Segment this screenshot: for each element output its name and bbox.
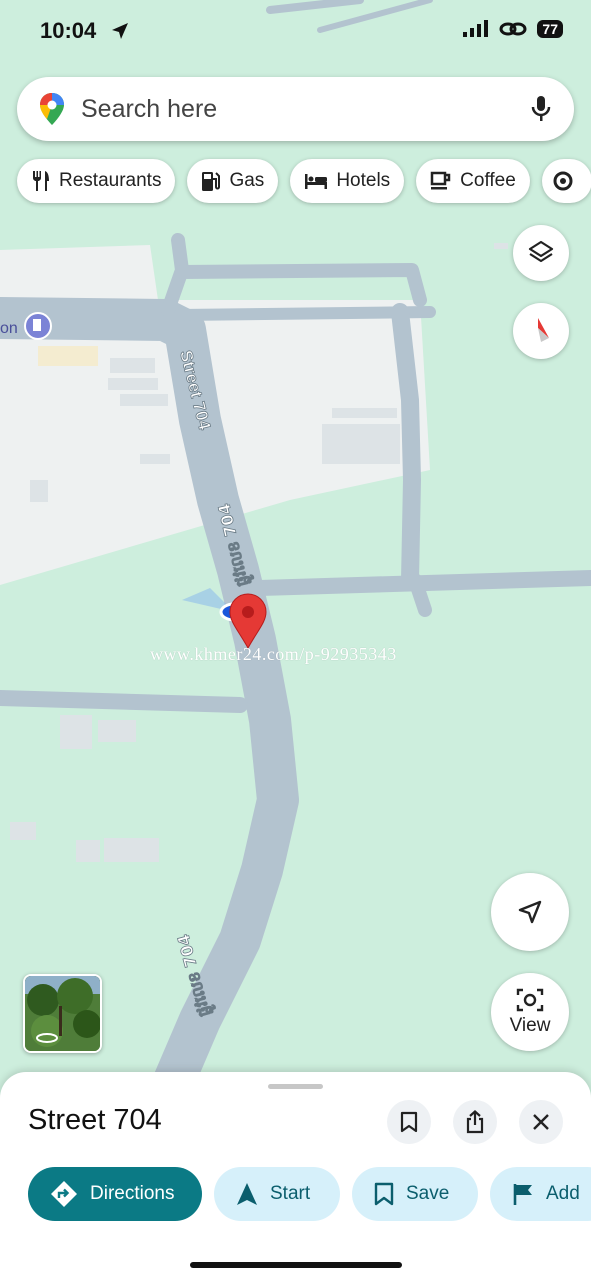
place-title: Street 704 [28,1104,162,1136]
signal-icon [463,20,489,37]
flag-icon [513,1184,532,1205]
action-label: Save [406,1183,450,1204]
watermark-text: www.khmer24.com/p-92935343 [150,644,397,664]
save-button[interactable]: Save [352,1167,478,1221]
bookmark-icon [374,1182,394,1206]
navigation-arrow-icon [237,1183,257,1205]
action-label: Directions [90,1183,175,1204]
search-input[interactable]: Search here [81,95,530,124]
bookmark-button[interactable] [387,1100,431,1144]
navigation-arrow-icon [518,900,542,924]
close-button[interactable] [519,1100,563,1144]
my-location-button[interactable] [491,873,569,951]
search-bar[interactable]: Search here [17,77,574,141]
action-buttons: Directions Start Save Add [28,1167,591,1221]
poi-label-fragment: on [0,320,18,337]
place-sheet: Street 704 Directions Start Save Add [0,1072,591,1280]
battery-level: 77 [537,20,563,38]
action-label: Add [546,1183,580,1204]
more-category-icon [553,171,573,191]
directions-button[interactable]: Directions [28,1167,202,1221]
bed-icon [305,174,328,189]
parking-area [38,346,98,366]
add-label-button[interactable]: Add [490,1167,591,1221]
chip-label: Hotels [336,170,391,191]
chip-label: Restaurants [59,170,162,191]
sheet-grabber[interactable] [268,1084,323,1089]
chip-label: Coffee [460,170,516,191]
street-view-thumbnail[interactable] [23,974,102,1053]
status-time: 10:04 [40,18,97,43]
start-button[interactable]: Start [214,1167,340,1221]
microphone-icon[interactable] [530,95,552,123]
chip-more[interactable] [541,159,591,203]
view-lens-button[interactable]: View [491,973,569,1051]
status-indicators: 77 [463,20,563,38]
layers-button[interactable] [513,225,569,281]
layers-icon [528,240,554,263]
chip-label: Gas [229,170,265,191]
hotspot-link-icon [499,22,527,36]
share-button[interactable] [453,1100,497,1144]
close-icon [533,1114,549,1130]
location-arrow-icon [110,21,130,46]
compass-button[interactable] [513,303,569,359]
gas-pump-icon [202,172,221,191]
rotate-360-icon [36,1033,58,1043]
share-icon [466,1110,484,1134]
camera-lens-icon [516,988,544,1012]
google-maps-logo-icon [40,93,64,125]
bookmark-icon [400,1111,418,1133]
chip-gas[interactable]: Gas [187,159,279,203]
category-chips: Restaurants Gas Hotels Coffee [17,159,591,203]
view-label: View [509,1015,551,1036]
action-label: Start [270,1183,311,1204]
compass-icon [538,318,549,342]
chip-restaurants[interactable]: Restaurants [17,159,176,203]
chip-hotels[interactable]: Hotels [290,159,405,203]
fork-knife-icon [33,171,49,191]
directions-icon [51,1181,77,1207]
chip-coffee[interactable]: Coffee [416,159,530,203]
home-indicator[interactable] [190,1262,402,1268]
coffee-cup-icon [430,171,451,190]
